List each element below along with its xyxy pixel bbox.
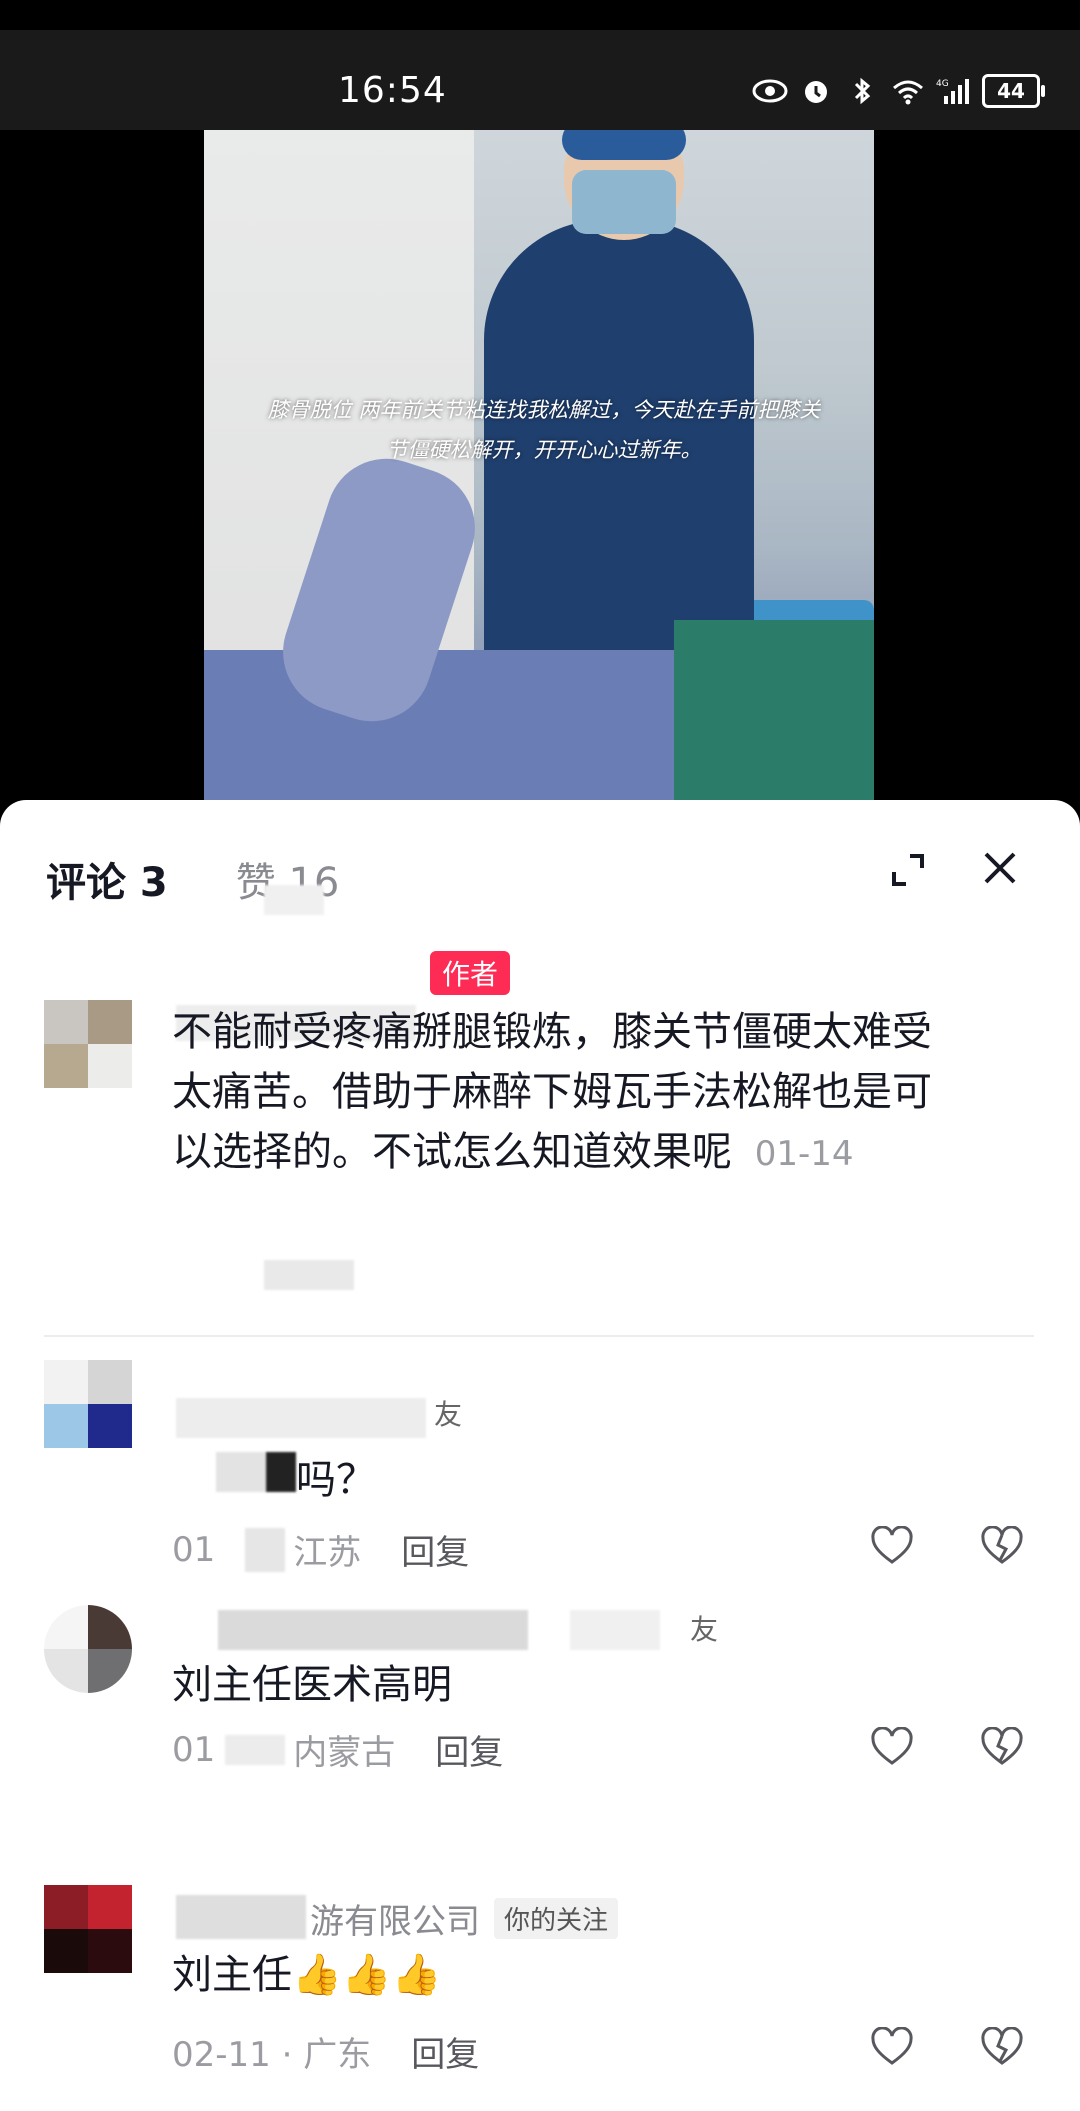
comment-region: 江苏 — [293, 1533, 362, 1573]
follow-badge: 你的关注 — [494, 1897, 619, 1939]
comment-date: 01 — [172, 1729, 216, 1770]
status-icons: 4G 44 — [752, 74, 1045, 108]
heart-icon[interactable] — [870, 1727, 914, 1767]
thumbs-up-icon: 👍👍👍 — [292, 1952, 442, 1998]
comment-author[interactable]: 友 — [434, 1393, 462, 1433]
comment-name-row: 作者 — [424, 950, 511, 996]
comment-date: 02-11 · 广东 — [172, 2035, 372, 2075]
dislike-icon[interactable] — [980, 2027, 1024, 2067]
avatar[interactable] — [44, 1360, 132, 1448]
comment-region: 内蒙古 — [293, 1733, 396, 1773]
video-caption: 膝骨脱位 两年前关节粘连找我松解过，今天赴在手前把膝关节僵硬松解开，开开心心过新… — [267, 398, 821, 462]
avatar[interactable] — [44, 1885, 132, 1973]
dislike-icon[interactable] — [980, 1727, 1024, 1767]
expand-icon[interactable] — [888, 850, 928, 890]
comment-sheet: 评论 3 赞 16 作者 不能耐受疼痛掰腿锻炼，膝关节僵硬太难受太痛苦。借助于麻… — [0, 800, 1080, 2111]
battery-icon: 44 — [982, 74, 1045, 108]
divider — [44, 1335, 1034, 1337]
alarm-icon — [805, 81, 827, 103]
comment-meta: 01 江苏 回复 — [172, 1525, 469, 1574]
video-player[interactable]: 膝骨脱位 两年前关节粘连找我松解过，今天赴在手前把膝关节僵硬松解开，开开心心过新… — [204, 130, 874, 820]
avatar[interactable] — [44, 1000, 132, 1088]
comment-meta: 01 内蒙古 回复 — [172, 1725, 503, 1774]
eye-icon — [752, 79, 788, 103]
reply-button[interactable]: 回复 — [411, 2027, 479, 2076]
comment-text: 吗？ — [296, 1457, 376, 1503]
author-badge: 作者 — [430, 951, 511, 995]
bluetooth-icon — [854, 77, 871, 105]
wifi-icon — [893, 80, 923, 105]
comment-text: 刘主任医术高明 — [172, 1662, 452, 1708]
status-time: 16:54 — [338, 70, 447, 111]
avatar[interactable] — [44, 1605, 132, 1693]
heart-icon[interactable] — [870, 1526, 914, 1566]
comment-author[interactable]: 游有限公司 — [310, 1894, 480, 1943]
comment-author[interactable]: 友 — [690, 1608, 718, 1648]
tab-comments[interactable]: 评论 3 — [46, 850, 168, 908]
dislike-icon[interactable] — [980, 1526, 1024, 1566]
close-icon[interactable] — [980, 848, 1020, 888]
comment-date: 01 — [172, 1529, 216, 1570]
reply-button[interactable]: 回复 — [435, 1725, 503, 1774]
reply-button[interactable]: 回复 — [401, 1525, 469, 1574]
comment-date: 01-14 — [754, 1134, 854, 1174]
svg-text:4G: 4G — [936, 79, 949, 89]
signal-icon: 4G — [936, 79, 969, 104]
comment-meta: 02-11 · 广东 回复 — [172, 2027, 479, 2076]
heart-icon[interactable] — [870, 2027, 914, 2067]
comment-text: 不能耐受疼痛掰腿锻炼，膝关节僵硬太难受太痛苦。借助于麻醉下姆瓦手法松解也是可以选… — [172, 1009, 932, 1175]
status-bar: 16:54 4G 44 — [0, 30, 1080, 130]
comment-text: 刘主任👍👍👍 — [172, 1952, 442, 1998]
